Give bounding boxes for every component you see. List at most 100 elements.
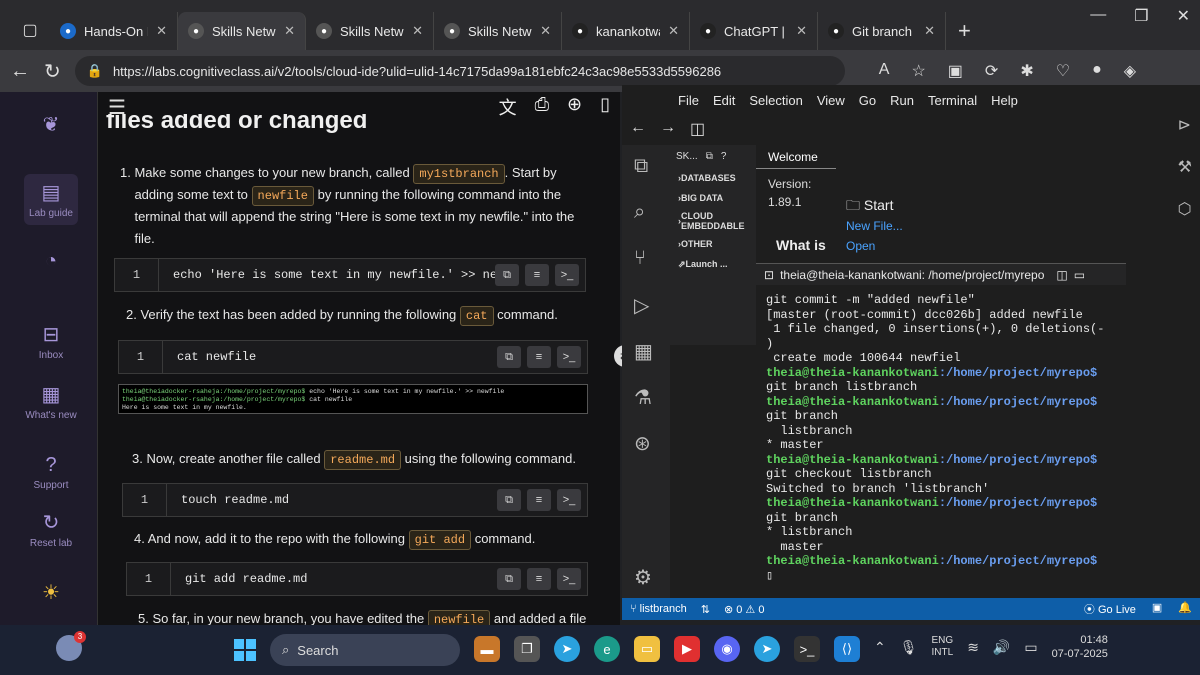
refresh-icon[interactable]: ↻ [44,59,61,84]
rail-item-reset-lab[interactable]: ↻ Reset lab [24,510,78,549]
battery-icon[interactable]: ▭ [1024,639,1037,656]
toggle-sidebar-icon[interactable]: ◫ [690,119,705,139]
rail-item-whats-new[interactable]: ▦ What's new [24,382,78,421]
run-in-terminal-icon[interactable]: >_ [557,346,581,368]
problems-status[interactable]: ⊗ 0 ⚠ 0 [724,603,764,616]
extension-icon[interactable]: ▣ [948,61,963,81]
explorer-item[interactable]: › DATABASES [670,168,756,188]
volume-icon[interactable]: 🔊 [993,639,1010,656]
language-indicator[interactable]: ENG INTL [932,635,954,659]
copy-icon[interactable]: ⧉ [497,346,521,368]
copy-icon[interactable]: ⧉ [495,264,519,286]
puzzle-icon[interactable]: ✱ [1020,61,1033,81]
profile-avatar-icon[interactable]: ● [1092,61,1102,81]
menu-item[interactable]: View [817,93,845,108]
sync-icon[interactable]: ⇅ [701,603,710,616]
browser-tab[interactable]: ● Hands-On Lab: ✕ [50,12,178,50]
menu-item[interactable]: Go [859,93,876,108]
microphone-icon[interactable]: 🎙 [900,639,918,656]
menu-item[interactable]: Edit [713,93,735,108]
help-icon[interactable]: ? [721,151,727,162]
paste-icon[interactable]: ≡ [527,346,551,368]
heart-icon[interactable]: ♡ [1056,61,1070,81]
workspaces-icon[interactable]: ▢ [10,10,50,50]
extensions-icon[interactable]: ▦ [634,339,653,364]
minimize-icon[interactable]: — [1090,6,1106,26]
close-tab-icon[interactable]: ✕ [284,23,295,39]
clock[interactable]: 01:48 07-07-2025 [1052,633,1108,661]
skills-network-icon[interactable]: ⊛ [634,431,651,456]
rail-item-lab-guide[interactable]: ▤ Lab guide [24,174,78,225]
discord-icon[interactable]: ◉ [714,636,740,662]
rail-item-support[interactable]: ? Support [24,454,78,491]
rail-item-theme[interactable]: ☀ [24,580,78,608]
back-arrow-icon[interactable]: ← [10,60,30,83]
explorer-item[interactable]: › CLOUD EMBEDDABLE [670,208,756,234]
browser-tab[interactable]: ● Skills Network E ✕ [434,12,562,50]
task-view-icon[interactable]: ❐ [514,636,540,662]
branch-status[interactable]: ⑂ listbranch [630,603,687,615]
chevron-up-icon[interactable]: ⌃ [874,639,886,656]
restore-icon[interactable]: ❐ [1134,6,1148,26]
maximize-panel-icon[interactable]: ▭ [1074,268,1085,282]
youtube-icon[interactable]: ▶ [674,636,700,662]
paste-icon[interactable]: ≡ [527,489,551,511]
search-icon[interactable]: ⌕ [634,201,645,224]
browser-tab[interactable]: ● kanankotwani28 ✕ [562,12,690,50]
back-arrow-icon[interactable]: ← [630,119,646,139]
file-explorer-icon[interactable]: ▭ [634,636,660,662]
print-icon[interactable]: ⎙ [535,94,549,120]
browser-tab[interactable]: ● Skills Network L ✕ [178,12,306,50]
run-in-terminal-icon[interactable]: >_ [557,489,581,511]
terminal-output[interactable]: git commit -m "added newfile" [master (ro… [756,285,1126,585]
source-control-icon[interactable]: ⑂ [634,247,646,270]
browser-tab[interactable]: ● Skills Network E ✕ [306,12,434,50]
run-in-terminal-icon[interactable]: >_ [555,264,579,286]
start-button[interactable] [234,639,256,661]
menu-item[interactable]: Help [991,93,1018,108]
menu-item[interactable]: Run [890,93,914,108]
favorite-star-icon[interactable]: ☆ [911,61,925,81]
taskbar-search[interactable]: ⌕ Search [270,634,460,666]
read-aloud-icon[interactable]: A [879,61,890,81]
telegram-icon[interactable]: ➤ [754,636,780,662]
testing-flask-icon[interactable]: ⚗ [634,385,652,410]
collapse-icon[interactable]: ⧉ [706,151,713,162]
settings-gear-icon[interactable]: ⚙ [634,565,652,590]
refresh-extension-icon[interactable]: ⟳ [985,61,998,81]
menu-item[interactable]: Selection [749,93,802,108]
terminal-panel-icon[interactable]: ⊳ [1178,115,1192,135]
close-tab-icon[interactable]: ✕ [156,23,167,39]
open-link[interactable]: Open [846,239,875,253]
rail-item-chat[interactable]: ◔ [24,250,78,276]
close-icon[interactable]: ✕ [1177,6,1190,26]
menu-item[interactable]: Terminal [928,93,977,108]
weather-widget-icon[interactable]: 3 [56,631,86,661]
browser-tab[interactable]: ● ChatGPT | Open ✕ [690,12,818,50]
paste-icon[interactable]: ≡ [525,264,549,286]
explorer-item[interactable]: › OTHER [670,234,756,254]
site-info-icon[interactable]: 🔒 [87,63,103,79]
layout-icon[interactable]: ▣ [1152,601,1162,617]
new-file-link[interactable]: New File... [846,219,903,233]
menu-icon[interactable]: ☰ [108,95,126,120]
document-icon[interactable]: ▯ [600,94,610,120]
tab-welcome[interactable]: Welcome [756,145,836,169]
translate-icon[interactable]: 文 [499,94,517,120]
split-terminal-icon[interactable]: ◫ [1056,268,1067,282]
close-tab-icon[interactable]: ✕ [924,23,935,39]
close-tab-icon[interactable]: ✕ [540,23,551,39]
close-tab-icon[interactable]: ✕ [412,23,423,39]
forward-arrow-icon[interactable]: → [660,119,676,139]
add-page-icon[interactable]: ⊕ [567,94,582,120]
close-tab-icon[interactable]: ✕ [796,23,807,39]
copilot-icon[interactable]: ◈ [1124,61,1136,81]
explorer-item[interactable]: › BIG DATA [670,188,756,208]
terminal-app-icon[interactable]: >_ [794,636,820,662]
rail-item-inbox[interactable]: ⊟ Inbox [24,322,78,361]
telegram-icon[interactable]: ➤ [554,636,580,662]
copy-icon[interactable]: ⧉ [497,568,521,590]
url-field[interactable]: 🔒 https://labs.cognitiveclass.ai/v2/tool… [74,56,845,86]
run-in-terminal-icon[interactable]: >_ [557,568,581,590]
paste-icon[interactable]: ≡ [527,568,551,590]
